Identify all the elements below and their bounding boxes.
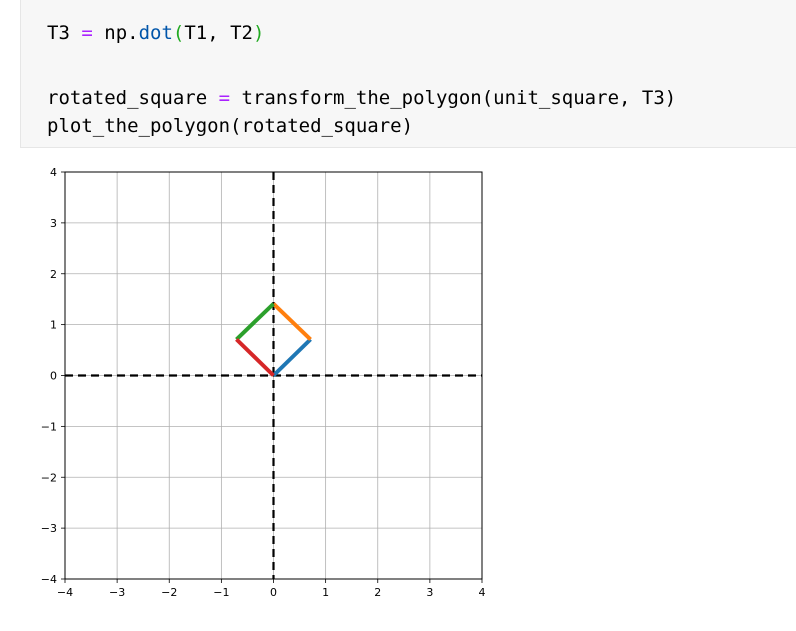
y-tick-label: 1: [50, 319, 57, 332]
polygon-edge-3: [235, 302, 275, 341]
x-tick-label: 2: [374, 586, 381, 599]
y-tick-label: −2: [41, 471, 57, 484]
y-tick-label: 0: [50, 370, 57, 383]
x-tick-label: 4: [479, 586, 486, 599]
y-tick-label: −1: [41, 420, 57, 433]
x-tick-label: −2: [161, 586, 177, 599]
code-line-1: T3 = np.dot(T1, T2): [47, 22, 264, 44]
code-function: dot: [138, 22, 173, 44]
code-object: np.: [104, 22, 139, 44]
y-tick-label: −4: [41, 573, 57, 586]
polygon-edge-1: [272, 337, 312, 377]
code-args: T1, T2: [184, 22, 253, 44]
code-var: rotated_square: [47, 87, 208, 109]
code-paren-open: (: [172, 22, 185, 44]
x-tick-label: −1: [213, 586, 229, 599]
y-tick-label: 4: [50, 166, 57, 179]
polygon-edge-4: [235, 337, 275, 377]
code-line-3: plot_the_polygon(rotated_square): [47, 115, 414, 137]
code-paren-close: ): [253, 22, 265, 44]
tick-marks: −4 −3 −2 −1 0 1 2 3 4 4 3 2 1 0 −1 −2 −3 −4: [41, 166, 486, 599]
y-tick-label: 2: [50, 268, 57, 281]
x-tick-label: −4: [57, 586, 73, 599]
code-line-2: rotated_square = transform_the_polygon(u…: [47, 87, 676, 109]
polygon-plot: −4 −3 −2 −1 0 1 2 3 4 4 3 2 1 0 −1 −2 −3 −4: [41, 166, 486, 599]
code-call: transform_the_polygon(unit_square, T3): [241, 87, 677, 109]
x-tick-label: 0: [270, 586, 277, 599]
x-tick-label: 3: [426, 586, 433, 599]
x-tick-label: 1: [322, 586, 329, 599]
y-tick-label: 3: [50, 217, 57, 230]
polygon-edge-2: [272, 302, 312, 341]
code-cell[interactable]: T3 = np.dot(T1, T2) rotated_square = tra…: [20, 0, 796, 148]
code-operator: =: [81, 22, 93, 44]
code-operator: =: [218, 87, 231, 109]
code-var: T3: [47, 22, 70, 44]
x-tick-label: −3: [109, 586, 125, 599]
y-tick-label: −3: [41, 522, 57, 535]
